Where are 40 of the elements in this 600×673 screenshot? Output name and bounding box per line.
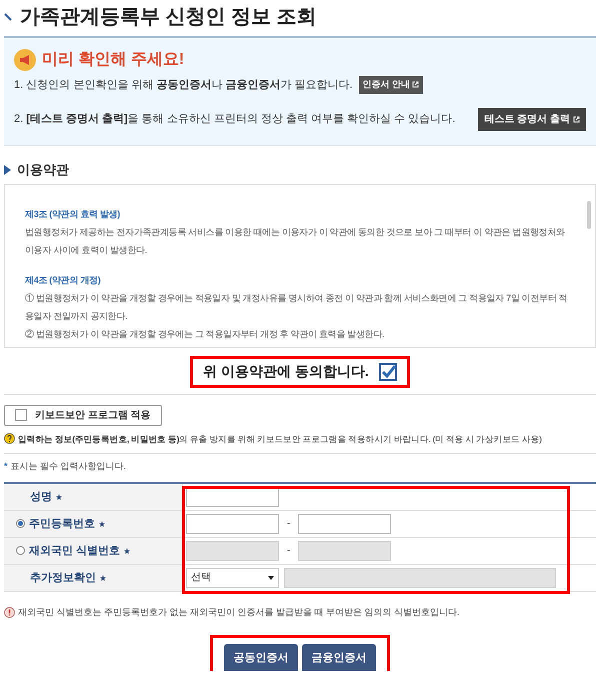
warning-text: 재외국민 식별번호는 주민등록번호가 없는 재외국민이 인증서를 발급받을 때 부여받은 임의의 식별번호입니다.	[18, 606, 460, 619]
article-text: ① 법원행정처가 이 약관을 개정할 경우에는 적용일자 및 개정사유를 명시하여 종전 이 약관과 함께 서비스화면에 그 적용일자 7일 이전부터 적용일자 전일까지 공지한다.	[25, 292, 568, 322]
text-input[interactable]	[298, 514, 392, 534]
triangle-icon	[4, 164, 11, 175]
article-text: 법원행정처가 제공하는 전자가족관계등록 서비스를 이용한 때에는 이용자가 이 약관에 동의한 것으로 보아 그 때부터 이 약관은 법원행정처와 이용자 사이에 효력이 발생한다.	[25, 226, 566, 256]
text-input[interactable]	[186, 514, 279, 534]
external-link-icon	[573, 116, 580, 122]
separator: -	[286, 544, 292, 558]
certificate-button[interactable]: 공동인증서	[224, 644, 298, 672]
radio-button[interactable]	[16, 519, 25, 528]
keyboard-security-checkbox[interactable]: 키보드보안 프로그램 적용	[4, 404, 162, 426]
certificate-button[interactable]: 금융인증서	[302, 644, 376, 672]
article-heading: 제3조 (약관의 효력 발생)	[25, 208, 122, 221]
notice-title: 미리 확인해 주세요!	[42, 50, 184, 70]
scrollbar-thumb[interactable]	[587, 200, 591, 228]
warning-icon	[4, 607, 15, 618]
required-note: 표시는 필수 입력사항입니다.	[10, 460, 126, 474]
help-icon	[4, 433, 15, 444]
notice-text: 2. [테스트 증명서 출력]을 통해 소유하신 프린터의 정상 출력 여부를 확인하실 수 있습니다.	[14, 112, 456, 127]
required-mark: *	[4, 460, 8, 474]
article-heading: 제4조 (약관의 개정)	[25, 274, 102, 287]
caret-icon	[268, 576, 274, 580]
form-label: 주민등록번호	[4, 510, 183, 537]
megaphone-icon	[14, 49, 36, 71]
test-print-button[interactable]: 테스트 증명서 출력	[478, 108, 586, 130]
external-link-icon	[412, 81, 420, 88]
form-label: 추가정보확인	[4, 564, 183, 591]
help-text: 입력하는 정보(주민등록번호, 비밀번호 등)의 유출 방지를 위해 키보드보안 프로그램을 적용하시기 바랍니다. (미 적용 시 가상키보드 사용)	[18, 432, 542, 446]
terms-title: 이용약관	[17, 161, 69, 179]
notice-text: 1. 신청인의 본인확인을 위해 공동인증서나 금융인증서가 필요합니다.	[14, 78, 353, 92]
checkbox[interactable]	[378, 362, 397, 380]
article-text: ② 법원행정처가 이 약관을 개정할 경우에는 그 적용일자부터 개정 후 약관이 효력을 발생한다.	[25, 328, 386, 340]
separator: -	[286, 517, 292, 532]
certificate-guide-button[interactable]: 인증서 안내	[358, 76, 424, 94]
form-label: 성명	[4, 484, 183, 510]
form-label: 재외국민 식별번호	[4, 538, 183, 564]
slash-icon	[4, 13, 12, 21]
checkbox-icon	[15, 409, 27, 421]
page-title: 가족관계등록부 신청인 정보 조회	[20, 5, 317, 30]
agree-label: 위 이용약관에 동의합니다.	[203, 362, 369, 381]
